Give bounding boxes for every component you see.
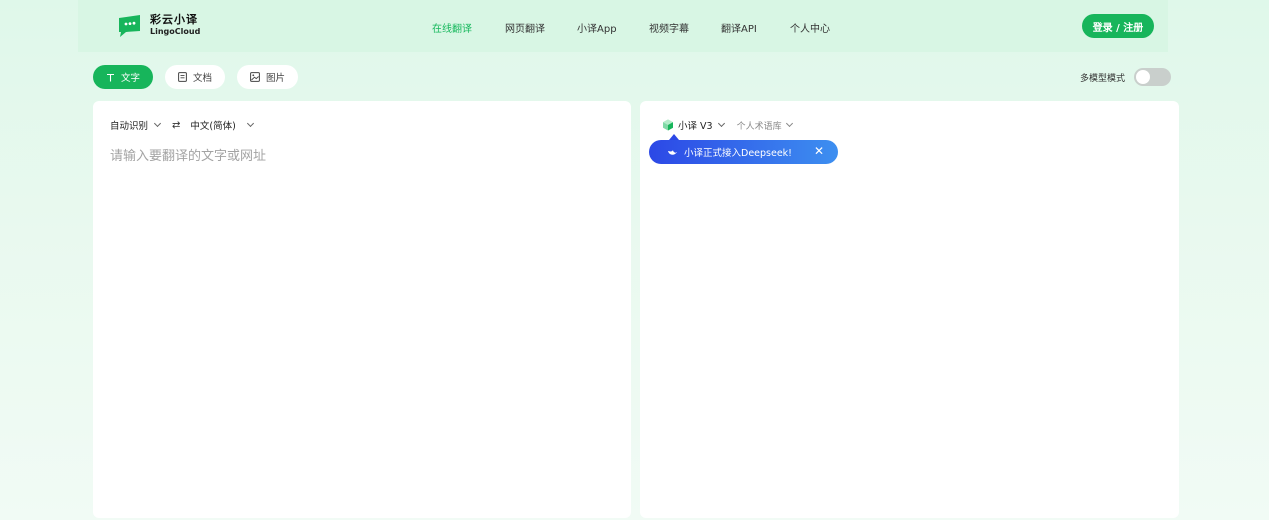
logo-icon [119,15,140,37]
nav-app[interactable]: 小译App [577,20,617,35]
personal-glossary-select[interactable]: 个人术语库 [736,119,793,132]
brand-logo[interactable]: 彩云小译 LingoCloud [117,12,200,38]
nav-video-subtitles[interactable]: 视频字幕 [649,20,689,35]
source-language-label: 自动识别 [110,121,149,132]
target-language-select[interactable]: 中文(简体) [190,118,254,132]
source-text-input[interactable] [110,145,610,445]
chevron-down-icon [717,119,725,128]
promo-text: 小译正式接入Deepseek! [684,148,792,159]
glossary-label: 个人术语库 [736,121,782,132]
nav-online-translate[interactable]: 在线翻译 [432,20,472,35]
toggle-knob [1136,70,1151,84]
chevron-down-icon [785,119,793,128]
source-language-select[interactable]: 自动识别 [110,118,162,132]
result-panel: 小译 V3 个人术语库 小译正式接入Deepseek! ✕ [640,101,1179,518]
tab-text-label: 文字 [121,73,141,84]
tab-text[interactable]: 文字 [93,65,154,89]
source-panel: 自动识别 ⇄ 中文(简体) [93,101,631,518]
deepseek-promo-banner[interactable]: 小译正式接入Deepseek! ✕ [649,134,838,164]
swap-languages-icon[interactable]: ⇄ [172,120,180,131]
header-bar [78,0,1168,52]
brand-name: 彩云小译 [150,13,198,26]
chevron-down-icon [153,119,162,128]
nav-api[interactable]: 翻译API [721,20,757,35]
multi-model-toggle[interactable] [1134,68,1172,86]
model-select[interactable]: 小译 V3 [662,118,725,132]
chevron-down-icon [246,119,254,128]
cube-icon [663,119,673,131]
brand-name-en: LingoCloud [150,27,201,36]
close-icon[interactable]: ✕ [814,144,824,158]
multi-model-label: 多模型模式 [1080,73,1126,84]
text-icon [106,73,115,82]
nav-web-translate[interactable]: 网页翻译 [505,20,545,35]
document-icon [178,72,187,82]
login-register-button[interactable]: 登录 / 注册 [1082,14,1154,38]
tab-document-label: 文档 [193,73,213,84]
tab-image[interactable]: 图片 [237,65,299,89]
mode-tabs: 文字 文档 图片 [93,65,310,89]
multi-model-mode: 多模型模式 [1080,68,1172,86]
source-language-bar: 自动识别 ⇄ 中文(简体) [110,118,254,132]
model-label: 小译 V3 [678,121,713,132]
image-icon [250,72,260,82]
tab-image-label: 图片 [266,73,286,84]
model-bar: 小译 V3 个人术语库 [662,118,793,132]
target-language-label: 中文(简体) [190,121,236,132]
tab-document[interactable]: 文档 [165,65,226,89]
nav-personal-center[interactable]: 个人中心 [790,20,830,35]
whale-icon [667,148,678,157]
